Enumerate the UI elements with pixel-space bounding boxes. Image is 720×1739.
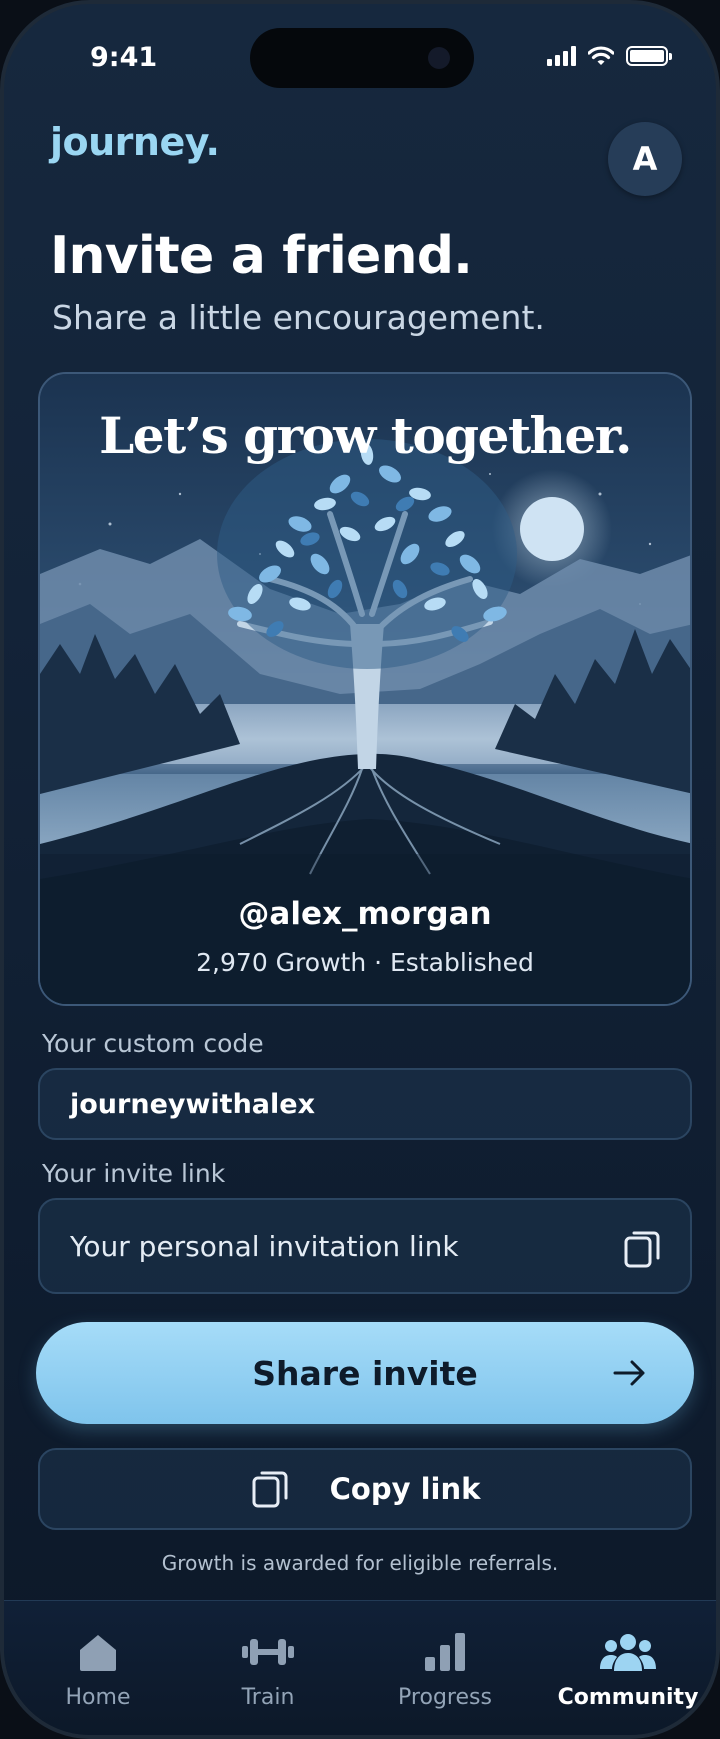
copy-link-label: Copy link	[329, 1472, 481, 1506]
status-time: 9:41	[90, 42, 158, 73]
card-growth-stats: 2,970 Growth · Established	[196, 948, 534, 977]
wifi-icon	[588, 46, 614, 65]
status-icons	[547, 46, 672, 66]
tab-train[interactable]: Train	[193, 1631, 343, 1710]
copy-link-button[interactable]: Copy link	[38, 1448, 692, 1530]
app-logo: journey.	[50, 120, 220, 164]
tab-progress-label: Progress	[398, 1685, 492, 1710]
invite-card: Let’s grow together. @alex_morgan 2,970 …	[38, 372, 692, 1006]
tab-home[interactable]: Home	[23, 1631, 173, 1710]
battery-icon	[626, 46, 672, 66]
home-icon	[80, 1635, 116, 1671]
tab-bar: Home Train Progress Community	[4, 1600, 716, 1735]
card-username: @alex_morgan	[238, 896, 492, 932]
tab-train-label: Train	[241, 1685, 295, 1710]
status-bar: 9:41	[4, 4, 716, 104]
tab-community-label: Community	[557, 1685, 699, 1710]
share-invite-label: Share invite	[252, 1353, 478, 1393]
tab-home-label: Home	[65, 1685, 131, 1710]
copy-icon[interactable]	[622, 1228, 662, 1270]
copy-icon	[252, 1471, 288, 1508]
phone-screen: 9:41 journey. A Invite a friend. Share a…	[0, 0, 720, 1739]
custom-code-field[interactable]: journeywithalex	[38, 1068, 692, 1140]
dumbbell-icon	[242, 1639, 294, 1665]
custom-code-value: journeywithalex	[70, 1088, 316, 1120]
avatar[interactable]: A	[608, 122, 682, 196]
share-invite-button[interactable]: Share invite	[36, 1322, 694, 1424]
bar-chart-icon	[425, 1633, 465, 1671]
signal-icon	[547, 46, 576, 66]
invite-link-placeholder: Your personal invitation link	[70, 1229, 459, 1263]
page-subtitle: Share a little encouragement.	[52, 298, 545, 337]
card-headline: Let’s grow together.	[99, 406, 632, 465]
invite-link-field[interactable]: Your personal invitation link	[38, 1198, 692, 1294]
referral-footnote: Growth is awarded for eligible referrals…	[161, 1551, 559, 1575]
invite-link-label: Your invite link	[42, 1159, 226, 1188]
tab-progress[interactable]: Progress	[370, 1631, 520, 1710]
tab-community[interactable]: Community	[553, 1631, 703, 1710]
people-icon	[600, 1634, 656, 1671]
arrow-right-icon	[613, 1360, 645, 1386]
page-title: Invite a friend.	[50, 226, 473, 286]
custom-code-label: Your custom code	[42, 1029, 264, 1058]
dynamic-island	[250, 28, 474, 88]
